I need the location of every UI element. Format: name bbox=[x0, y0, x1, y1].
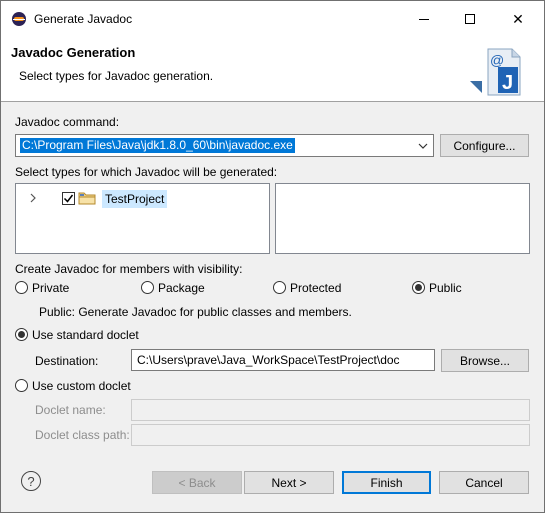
project-checkbox[interactable] bbox=[62, 192, 75, 205]
private-label[interactable]: Private bbox=[32, 281, 69, 295]
chevron-right-icon[interactable] bbox=[28, 193, 38, 203]
close-icon: ✕ bbox=[512, 10, 524, 27]
svg-text:@: @ bbox=[490, 52, 504, 68]
next-button[interactable]: Next > bbox=[244, 471, 334, 494]
page-title: Javadoc Generation bbox=[11, 45, 136, 60]
svg-text:J: J bbox=[502, 72, 513, 94]
minimize-button[interactable] bbox=[401, 1, 447, 37]
custom-doclet-label[interactable]: Use custom doclet bbox=[32, 379, 131, 393]
minimize-icon bbox=[419, 18, 429, 20]
javadoc-command-combo[interactable]: C:\Program Files\Java\jdk1.8.0_60\bin\ja… bbox=[15, 134, 434, 157]
window-title: Generate Javadoc bbox=[34, 12, 133, 26]
package-label[interactable]: Package bbox=[158, 281, 205, 295]
public-radio[interactable] bbox=[412, 281, 425, 294]
wizard-header: Javadoc Generation Select types for Java… bbox=[1, 37, 544, 102]
doclet-name-label: Doclet name: bbox=[35, 403, 106, 417]
title-bar[interactable]: Generate Javadoc ✕ bbox=[1, 1, 544, 37]
doclet-class-path-input[interactable] bbox=[131, 424, 530, 446]
project-folder-icon bbox=[78, 192, 96, 205]
types-label: Select types for which Javadoc will be g… bbox=[15, 165, 278, 179]
protected-radio[interactable] bbox=[273, 281, 286, 294]
javadoc-dialog: Generate Javadoc ✕ Javadoc Generation Se… bbox=[0, 0, 545, 513]
close-button[interactable]: ✕ bbox=[495, 1, 541, 37]
standard-doclet-radio[interactable] bbox=[15, 328, 28, 341]
doclet-class-path-label: Doclet class path: bbox=[35, 428, 130, 442]
package-radio[interactable] bbox=[141, 281, 154, 294]
javadoc-command-value[interactable]: C:\Program Files\Java\jdk1.8.0_60\bin\ja… bbox=[20, 138, 295, 153]
javadoc-wizard-icon: J @ bbox=[470, 48, 521, 96]
public-label[interactable]: Public bbox=[429, 281, 462, 295]
visibility-label: Create Javadoc for members with visibili… bbox=[15, 262, 243, 276]
types-tree[interactable]: TestProject bbox=[15, 183, 270, 254]
custom-doclet-radio[interactable] bbox=[15, 379, 28, 392]
page-description: Select types for Javadoc generation. bbox=[19, 69, 214, 83]
project-name[interactable]: TestProject bbox=[102, 190, 168, 208]
finish-button[interactable]: Finish bbox=[342, 471, 431, 494]
eclipse-icon bbox=[12, 12, 26, 26]
standard-doclet-label[interactable]: Use standard doclet bbox=[32, 328, 139, 342]
visibility-description: Public: Generate Javadoc for public clas… bbox=[39, 305, 352, 319]
browse-button[interactable]: Browse... bbox=[441, 349, 529, 372]
tree-item-project[interactable]: TestProject bbox=[24, 190, 168, 208]
back-button[interactable]: < Back bbox=[152, 471, 242, 494]
maximize-icon bbox=[465, 14, 475, 24]
chevron-down-icon[interactable] bbox=[415, 138, 431, 154]
doclet-name-input[interactable] bbox=[131, 399, 530, 421]
javadoc-command-label: Javadoc command: bbox=[15, 115, 120, 129]
types-list[interactable] bbox=[275, 183, 530, 254]
configure-button[interactable]: Configure... bbox=[440, 134, 529, 157]
protected-label[interactable]: Protected bbox=[290, 281, 341, 295]
destination-input[interactable]: C:\Users\prave\Java_WorkSpace\TestProjec… bbox=[131, 349, 435, 371]
private-radio[interactable] bbox=[15, 281, 28, 294]
destination-label: Destination: bbox=[35, 354, 99, 368]
cancel-button[interactable]: Cancel bbox=[439, 471, 529, 494]
maximize-button[interactable] bbox=[447, 1, 493, 37]
help-icon[interactable]: ? bbox=[21, 471, 41, 491]
